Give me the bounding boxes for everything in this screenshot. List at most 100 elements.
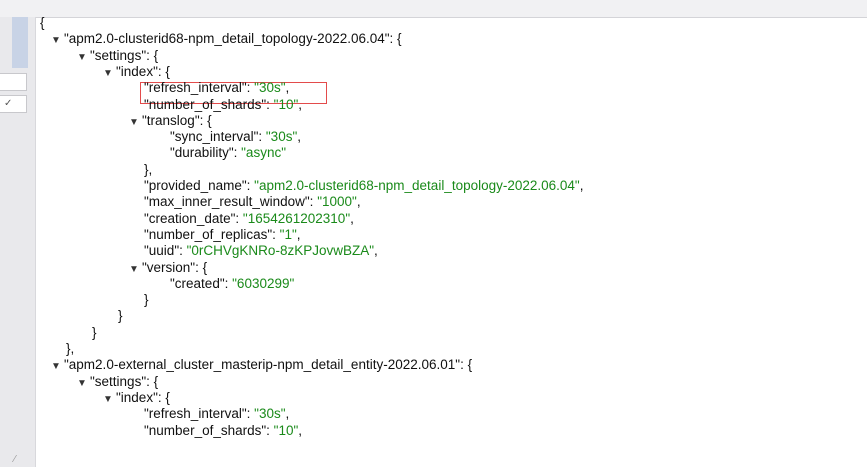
json-string-value: "async" — [241, 145, 286, 161]
json-line: "uuid": "0rCHVgKNRo-8zKPJovwBZA", — [144, 242, 378, 259]
json-line: "max_inner_result_window": "1000", — [144, 193, 361, 210]
collapse-toggle-icon[interactable]: ▼ — [129, 114, 142, 131]
json-key: "apm2.0-clusterid68-npm_detail_topology-… — [64, 31, 390, 47]
json-punctuation: }, — [66, 341, 75, 356]
json-string-value: "apm2.0-clusterid68-npm_detail_topology-… — [254, 178, 580, 193]
json-punctuation: , — [350, 210, 354, 226]
json-viewer: {▼ "apm2.0-clusterid68-npm_detail_topolog… — [36, 17, 867, 467]
json-line: ▼ "apm2.0-external_cluster_masterip-npm_d… — [51, 356, 472, 373]
json-punctuation: , — [579, 178, 584, 193]
json-line: ▼ "index": { — [103, 63, 170, 80]
json-string-value: "10" — [273, 422, 299, 438]
json-string-value: "6030299" — [232, 275, 295, 291]
json-separator: : — [266, 96, 274, 112]
json-separator: : — [179, 243, 187, 259]
collapse-toggle-icon[interactable]: ▼ — [51, 32, 64, 49]
json-line: "refresh_interval": "30s", — [144, 79, 289, 96]
json-key: "refresh_interval" — [144, 80, 247, 96]
collapse-toggle-icon[interactable]: ▼ — [51, 358, 64, 375]
json-string-value: "1" — [279, 226, 297, 242]
json-punctuation: } — [118, 308, 123, 324]
json-line: "durability": "async" — [170, 144, 286, 161]
json-separator: : — [233, 145, 242, 161]
json-punctuation: : { — [146, 47, 159, 63]
json-key: "durability" — [170, 145, 234, 161]
json-punctuation: : { — [195, 259, 208, 275]
json-key: "number_of_shards" — [144, 96, 267, 112]
json-key: "index" — [116, 63, 158, 79]
json-punctuation: : { — [460, 357, 473, 373]
json-punctuation: , — [297, 129, 302, 145]
json-string-value: "10" — [273, 96, 299, 112]
json-line: ▼ "translog": { — [129, 112, 212, 129]
json-key: "uuid" — [144, 243, 180, 259]
json-line: "created": "6030299" — [170, 275, 294, 292]
json-line: "number_of_shards": "10", — [144, 96, 302, 113]
json-punctuation: , — [374, 243, 378, 259]
json-punctuation: : { — [199, 112, 212, 128]
json-punctuation: , — [298, 422, 303, 438]
json-line: "creation_date": "1654261202310", — [144, 210, 354, 227]
json-line: "number_of_shards": "10", — [144, 422, 302, 439]
json-string-value: "30s" — [254, 406, 286, 422]
json-key: "settings" — [90, 47, 147, 63]
json-string-value: "30s" — [254, 80, 286, 96]
json-punctuation: : { — [389, 31, 402, 47]
resize-handle-icon[interactable]: ⁄ — [14, 454, 26, 466]
json-punctuation: : { — [146, 373, 159, 389]
json-line: } — [144, 291, 149, 308]
json-line: "provided_name": "apm2.0-clusterid68-npm… — [144, 177, 583, 194]
json-line: "refresh_interval": "30s", — [144, 405, 289, 422]
json-key: "creation_date" — [144, 210, 236, 226]
json-line: ▼ "settings": { — [77, 47, 158, 64]
json-string-value: "1000" — [317, 194, 357, 210]
json-key: "apm2.0-external_cluster_masterip-npm_de… — [64, 357, 461, 373]
json-separator: : — [224, 275, 233, 291]
json-separator: : — [272, 226, 280, 242]
json-punctuation: { — [40, 17, 45, 30]
json-punctuation: : { — [157, 389, 170, 405]
json-key: "number_of_replicas" — [144, 226, 273, 242]
json-key: "index" — [116, 389, 158, 405]
json-punctuation: } — [144, 292, 149, 308]
json-separator: : — [266, 422, 274, 438]
json-separator: : — [235, 210, 243, 226]
json-punctuation: , — [296, 226, 301, 242]
json-line: } — [92, 324, 97, 341]
json-key: "settings" — [90, 373, 147, 389]
json-key: "created" — [170, 275, 225, 291]
collapse-toggle-icon[interactable]: ▼ — [129, 261, 142, 278]
json-key: "number_of_shards" — [144, 422, 267, 438]
json-punctuation: }, — [144, 161, 153, 177]
json-punctuation: , — [298, 96, 303, 112]
json-punctuation: } — [92, 324, 97, 340]
json-line: ▼ "apm2.0-clusterid68-npm_detail_topology… — [51, 30, 402, 47]
top-bar-corner — [0, 0, 14, 17]
json-line: { — [40, 17, 45, 31]
json-punctuation: , — [285, 406, 290, 422]
json-key: "translog" — [142, 112, 200, 128]
json-key: "sync_interval" — [170, 129, 259, 145]
left-panel-input[interactable] — [0, 73, 27, 91]
json-string-value: "1654261202310" — [242, 210, 351, 226]
json-line: }, — [144, 161, 152, 178]
json-line: "number_of_replicas": "1", — [144, 226, 301, 243]
json-line: }, — [66, 340, 74, 357]
collapse-toggle-icon[interactable]: ▼ — [77, 375, 90, 392]
json-line: ▼ "version": { — [129, 259, 207, 276]
json-key: "version" — [142, 259, 196, 275]
collapse-toggle-icon[interactable]: ▼ — [77, 49, 90, 66]
left-panel-checkbox[interactable]: ✓ — [0, 95, 27, 113]
left-panel: ✓ ⁄ — [0, 17, 36, 467]
json-punctuation: : { — [157, 63, 170, 79]
json-key: "provided_name" — [144, 178, 247, 193]
collapse-toggle-icon[interactable]: ▼ — [103, 65, 116, 82]
json-string-value: "0rCHVgKNRo-8zKPJovwBZA" — [186, 243, 375, 259]
collapse-toggle-icon[interactable]: ▼ — [103, 391, 116, 408]
json-punctuation: , — [356, 194, 361, 210]
json-line: ▼ "index": { — [103, 389, 170, 406]
json-string-value: "30s" — [265, 129, 298, 145]
json-punctuation: , — [285, 80, 290, 96]
left-panel-selection — [12, 17, 28, 68]
json-line: "sync_interval": "30s", — [170, 128, 301, 145]
